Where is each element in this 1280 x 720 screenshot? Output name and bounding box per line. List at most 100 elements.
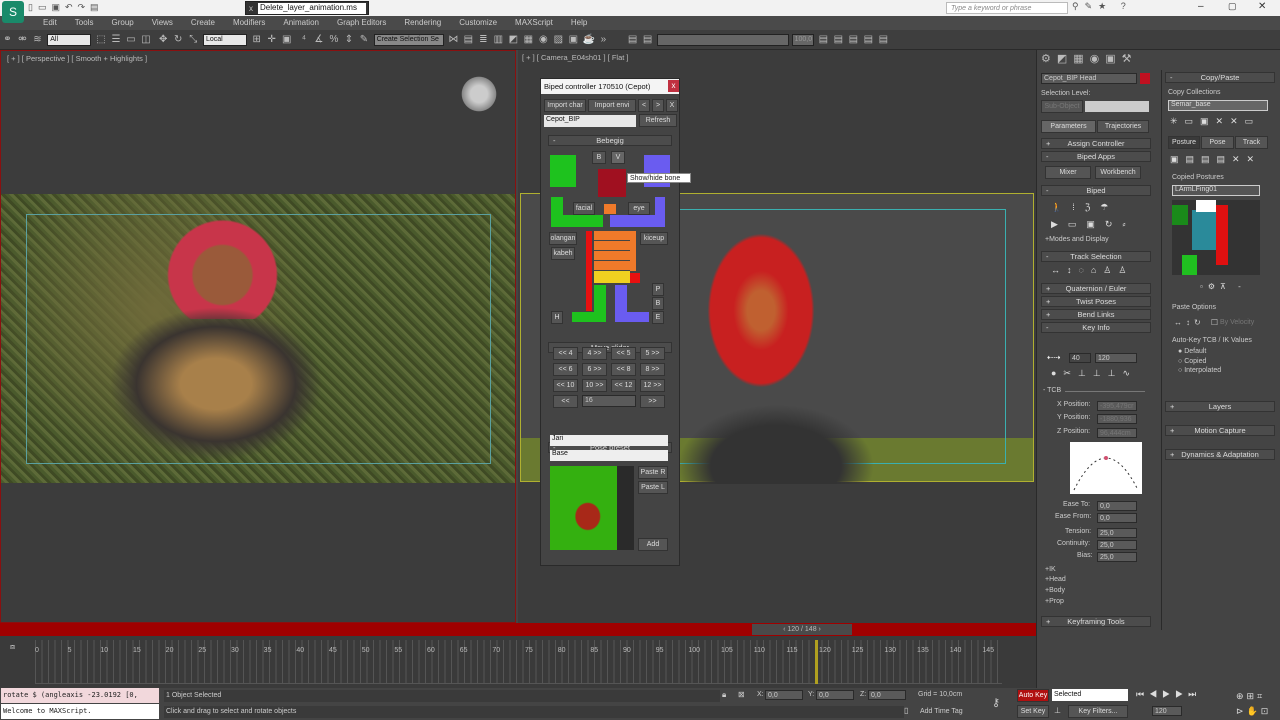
unlink-icon[interactable]: ⚮	[17, 34, 28, 45]
collection-tools-icons[interactable]: ✳▭▣✕✕▭	[1170, 116, 1260, 127]
biped-tools-icons[interactable]: 🚶⁞ℨ☂ ▶▭▣↻⸗	[1041, 196, 1151, 236]
perspective-viewport[interactable]: [ + ] [ Perspective ] [ Smooth + Highlig…	[0, 50, 516, 623]
time-slider-bar[interactable]: ‹ 120 / 148 ›	[0, 623, 1036, 636]
pose-tab[interactable]: Pose	[1201, 136, 1234, 149]
maximize-button[interactable]: ▢	[1228, 1, 1237, 12]
paste-l-button[interactable]: Paste L	[638, 481, 668, 494]
set-key-icon[interactable]: ⚷	[992, 696, 1000, 709]
motion-capture-rollout[interactable]: + Motion Capture	[1165, 425, 1275, 436]
sub-object-dropdown[interactable]	[1085, 101, 1149, 112]
layer-remove-icon[interactable]: ▤	[833, 34, 844, 45]
right-hand-bone[interactable]	[550, 155, 576, 187]
add-time-tag-button[interactable]: Add Time Tag	[920, 708, 963, 715]
current-frame-field[interactable]: 120	[1152, 706, 1182, 716]
bend-links-rollout[interactable]: + Bend Links	[1041, 309, 1151, 320]
character-dropdown[interactable]: Cepot_BIP	[544, 115, 636, 127]
layer-dropdown[interactable]	[657, 34, 790, 46]
layer-paste-icon[interactable]: ▤	[863, 34, 874, 45]
collection-dropdown[interactable]: Semar_base	[1168, 100, 1268, 111]
workbench-button[interactable]: Workbench	[1095, 166, 1141, 179]
olangan-button[interactable]: olangan	[549, 232, 577, 245]
preview-tools-icons[interactable]: ▫⚙⊼ -	[1200, 282, 1246, 291]
material-editor-icon[interactable]: ◉	[538, 34, 549, 45]
keyframing-tools-rollout[interactable]: + Keyframing Tools	[1041, 616, 1151, 627]
head-bone[interactable]	[598, 169, 626, 197]
left-foot-bone[interactable]	[615, 312, 649, 322]
pivot-icon[interactable]: ⊞	[251, 34, 262, 45]
menu-help[interactable]: Help	[562, 16, 596, 30]
menu-modifiers[interactable]: Modifiers	[224, 16, 274, 30]
y-position-field[interactable]: -1880,936	[1097, 414, 1137, 424]
layer-add-icon[interactable]: ▤	[818, 34, 829, 45]
prev-next-key-icon[interactable]: ⇠⇢	[1047, 353, 1060, 362]
paste-axes-icons[interactable]: ↔↕↻ ☐	[1174, 318, 1222, 327]
biped-apps-rollout[interactable]: - Biped Apps	[1041, 151, 1151, 162]
menu-views[interactable]: Views	[143, 16, 182, 30]
scale-icon[interactable]: ⤡	[188, 34, 199, 45]
angle-snap-icon[interactable]: ∡	[313, 34, 324, 45]
layer-copy-icon[interactable]: ▤	[848, 34, 859, 45]
window-crossing-icon[interactable]: ◫	[140, 34, 151, 45]
slider-value-field[interactable]: 16	[582, 395, 636, 407]
layer-weight-field[interactable]: 100,0	[791, 34, 814, 46]
right-upperarm-bone[interactable]	[551, 197, 563, 227]
right-foot-bone[interactable]	[572, 312, 606, 322]
menu-group[interactable]: Group	[102, 16, 142, 30]
import-char-button[interactable]: Import char	[544, 99, 586, 112]
key-filters-button[interactable]: Key Filters...	[1068, 705, 1128, 718]
script-tab[interactable]: x Delete_layer_animation.ms	[245, 1, 369, 15]
assign-controller-rollout[interactable]: + Assign Controller	[1041, 138, 1151, 149]
curve-editor-icon[interactable]: ◩	[508, 34, 519, 45]
render-setup-icon[interactable]: ▨	[553, 34, 564, 45]
slider-step-button[interactable]: 10 >>	[582, 379, 607, 392]
slider-step-button[interactable]: << 4	[553, 347, 578, 360]
layers-rollout[interactable]: + Layers	[1165, 401, 1275, 412]
manipulate-icon[interactable]: ✛	[266, 34, 277, 45]
dialog-close-button[interactable]: x	[668, 80, 679, 92]
scene-explorer-icon[interactable]: ▥	[493, 34, 504, 45]
viewport-nav-controls[interactable]: ⊕⊞⌗ ⊳✋⊡	[1236, 689, 1271, 719]
z-position-field[interactable]: 96,444cm	[1097, 428, 1137, 438]
autokey-radio-default[interactable]: ● Default	[1178, 348, 1206, 355]
tension-field[interactable]: 25,0	[1097, 528, 1137, 538]
bind-spacewarp-icon[interactable]: ≋	[32, 34, 43, 45]
prop-bone[interactable]	[630, 273, 640, 283]
next-button[interactable]: >	[652, 99, 664, 112]
right-forearm-bone[interactable]	[563, 215, 603, 227]
object-color-swatch[interactable]	[1140, 73, 1150, 84]
copy-paste-rollout[interactable]: - Copy/Paste	[1165, 72, 1275, 83]
object-name-field[interactable]: Cepot_BIP Head	[1041, 73, 1137, 84]
align-icon[interactable]: ▤	[463, 34, 474, 45]
slider-step-button[interactable]: << 12	[611, 379, 636, 392]
menu-tools[interactable]: Tools	[66, 16, 103, 30]
set-key-button[interactable]: Set Key	[1017, 705, 1049, 718]
bias-field[interactable]: 25,0	[1097, 552, 1137, 562]
p-button[interactable]: P	[652, 283, 664, 296]
preset-group-dropdown[interactable]: Jari	[550, 435, 668, 446]
sub-object-button[interactable]: Sub-Object	[1041, 100, 1083, 113]
slider-step-button[interactable]: << 10	[553, 379, 578, 392]
open-mini-curve-editor-icon[interactable]: ⧈	[10, 642, 15, 652]
refresh-button[interactable]: Refresh	[639, 114, 677, 127]
selection-filter-dropdown[interactable]: All	[47, 34, 92, 46]
track-tab[interactable]: Track	[1235, 136, 1268, 149]
right-leg-bone[interactable]	[594, 285, 606, 312]
track-selection-icons[interactable]: ↔↕◌⌂♙♙	[1041, 262, 1151, 279]
keyboard-shortcut-icon[interactable]: ▣	[281, 34, 292, 45]
quaternion-euler-rollout[interactable]: + Quaternion / Euler	[1041, 283, 1151, 294]
spinner-snap-icon[interactable]: ⇕	[343, 34, 354, 45]
viewcube-icon[interactable]	[458, 75, 500, 113]
b-button[interactable]: B	[592, 151, 606, 164]
preset-name-dropdown[interactable]: Base	[550, 450, 668, 461]
slider-step-button[interactable]: 5 >>	[640, 347, 665, 360]
h-button[interactable]: H	[551, 311, 563, 324]
move-icon[interactable]: ✥	[158, 34, 169, 45]
autokey-radio-interpolated[interactable]: ○ Interpolated	[1178, 367, 1221, 374]
ease-from-field[interactable]: 0,0	[1097, 513, 1137, 523]
kiceup-button[interactable]: kiceup	[640, 232, 668, 245]
viewport-label[interactable]: [ + ] [ Perspective ] [ Smooth + Highlig…	[7, 54, 147, 63]
dynamics-rollout[interactable]: + Dynamics & Adaptation	[1165, 449, 1275, 460]
add-pose-button[interactable]: Add	[638, 538, 668, 551]
key-frame-field[interactable]: 120	[1095, 353, 1137, 363]
playback-controls[interactable]: ⏮◀▶▶⏭	[1136, 689, 1201, 700]
